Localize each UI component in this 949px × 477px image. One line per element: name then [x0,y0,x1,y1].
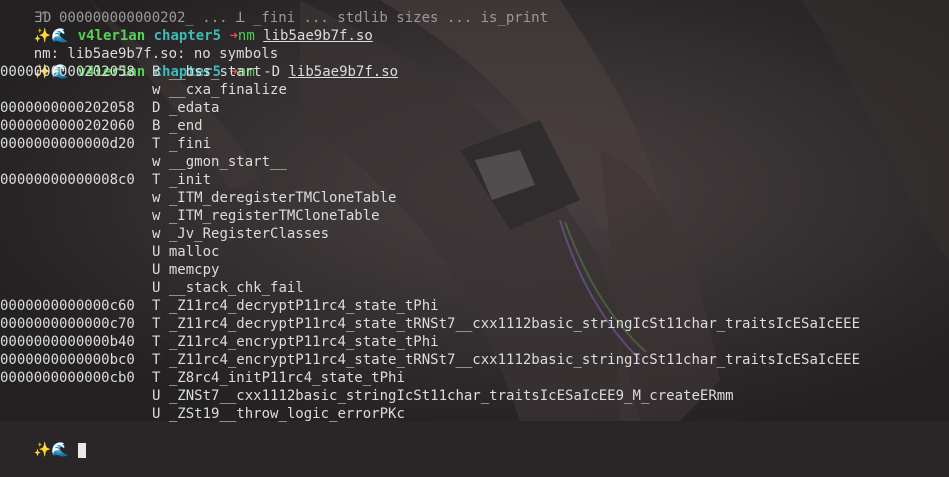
symbol-type: T [152,370,161,386]
symbol-name: malloc [168,244,220,260]
symbol-address: 0000000000202058 [0,64,135,80]
symbol-name: _ITM_registerTMCloneTable [168,208,380,224]
symbol-type: U [152,406,161,422]
text-cursor [77,442,86,458]
symbol-type: T [152,352,161,368]
symbol-name: _ZNSt7__cxx1112basic_stringIcSt11char_tr… [168,388,734,404]
symbol-type: U [152,280,161,296]
symbol-type: U [152,262,161,278]
symbol-name: _fini [168,136,212,152]
symbol-row: 0000000000000c70 T _Z11rc4_decryptP11rc4_… [0,315,949,333]
symbol-name: _end [168,118,203,134]
symbol-row: w _Jv_RegisterClasses [0,225,949,243]
prompt-line-2: ✨🌊 v4ler1an chapter5 ➜nm -D lib5ae9b7f.so [0,45,949,80]
symbol-row: 0000000000000cb0 T _Z8rc4_initP11rc4_stat… [0,369,949,387]
symbol-row: 0000000000202058 D _edata [0,99,949,117]
symbol-address: 0000000000202058 [0,100,135,116]
symbol-type: U [152,244,161,260]
symbol-name: _edata [168,100,220,116]
symbol-type: U [152,388,161,404]
symbol-type: T [152,334,161,350]
symbol-type: w [152,190,161,206]
symbol-type: w [152,154,161,170]
symbol-row: U _ZSt19__throw_logic_errorPKc [0,405,949,423]
symbol-type: D [152,100,161,116]
symbol-row: U _ZNSt7__cxx1112basic_stringIcSt11char_… [0,387,949,405]
symbol-row: w _ITM_registerTMCloneTable [0,207,949,225]
symbol-name: _Z11rc4_decryptP11rc4_state_tRNSt7__cxx1… [168,316,861,332]
symbol-name: __cxa_finalize [168,82,287,98]
symbol-address: 0000000000000cb0 [0,370,135,386]
symbol-type: B [152,118,161,134]
symbol-address: 0000000000000c70 [0,316,135,332]
symbol-row: U __stack_chk_fail [0,279,949,297]
symbol-row: 0000000000202060 B _end [0,117,949,135]
symbol-type: T [152,316,161,332]
symbol-name: _Z11rc4_encryptP11rc4_state_tRNSt7__cxx1… [168,352,861,368]
symbol-type: w [152,226,161,242]
symbol-row: w __gmon_start__ [0,153,949,171]
symbol-address: 0000000000000b40 [0,334,135,350]
symbol-address: 0000000000000c60 [0,298,135,314]
symbol-name: _ITM_deregisterTMCloneTable [168,190,397,206]
partial-output-line: ƎƊ 000000000000202̲ ... ꓕ _fini ... stdl… [0,0,949,26]
symbol-row: U malloc [0,243,949,261]
symbol-name: _Z11rc4_encryptP11rc4_state_tPhi [168,334,439,350]
symbol-type: T [152,172,161,188]
symbol-name: __stack_chk_fail [168,280,304,296]
prompt-line-3: ✨🌊 [0,423,949,458]
output-line: nm: lib5ae9b7f.so: no symbols [0,27,949,62]
prompt-line-1: ✨🌊 v4ler1an chapter5 ➜nm lib5ae9b7f.so [0,9,949,44]
symbol-address: 0000000000000bc0 [0,352,135,368]
symbol-row: 0000000000000bc0 T _Z11rc4_encryptP11rc4_… [0,351,949,369]
symbol-name: memcpy [168,262,220,278]
symbol-type: T [152,136,161,152]
symbol-row: w __cxa_finalize [0,81,949,99]
symbol-name: __gmon_start__ [168,154,287,170]
symbol-type: T [152,298,161,314]
symbol-row: 0000000000000d20 T _fini [0,135,949,153]
symbol-row: 00000000000008c0 T _init [0,171,949,189]
symbol-list: 0000000000202058 B __bss_start w __cxa_fi… [0,63,949,423]
symbol-address: 0000000000000d20 [0,136,135,152]
terminal-output[interactable]: ƎƊ 000000000000202̲ ... ꓕ _fini ... stdl… [0,0,949,458]
symbol-name: _ZSt19__throw_logic_errorPKc [168,406,405,422]
symbol-row: 0000000000000c60 T _Z11rc4_decryptP11rc4_… [0,297,949,315]
symbol-type: B [152,64,161,80]
symbol-name: __bss_start [168,64,262,80]
symbol-name: _Z8rc4_initP11rc4_state_tPhi [168,370,405,386]
symbol-name: _Jv_RegisterClasses [168,226,330,242]
symbol-type: w [152,208,161,224]
symbol-row: U memcpy [0,261,949,279]
symbol-name: _Z11rc4_decryptP11rc4_state_tPhi [168,298,439,314]
symbol-type: w [152,82,161,98]
symbol-row: 0000000000202058 B __bss_start [0,63,949,81]
symbol-address: 00000000000008c0 [0,172,135,188]
symbol-name: _init [168,172,212,188]
symbol-row: w _ITM_deregisterTMCloneTable [0,189,949,207]
sparkle-wave-icon: ✨🌊 [33,442,69,458]
symbol-address: 0000000000202060 [0,118,135,134]
symbol-row: 0000000000000b40 T _Z11rc4_encryptP11rc4_… [0,333,949,351]
